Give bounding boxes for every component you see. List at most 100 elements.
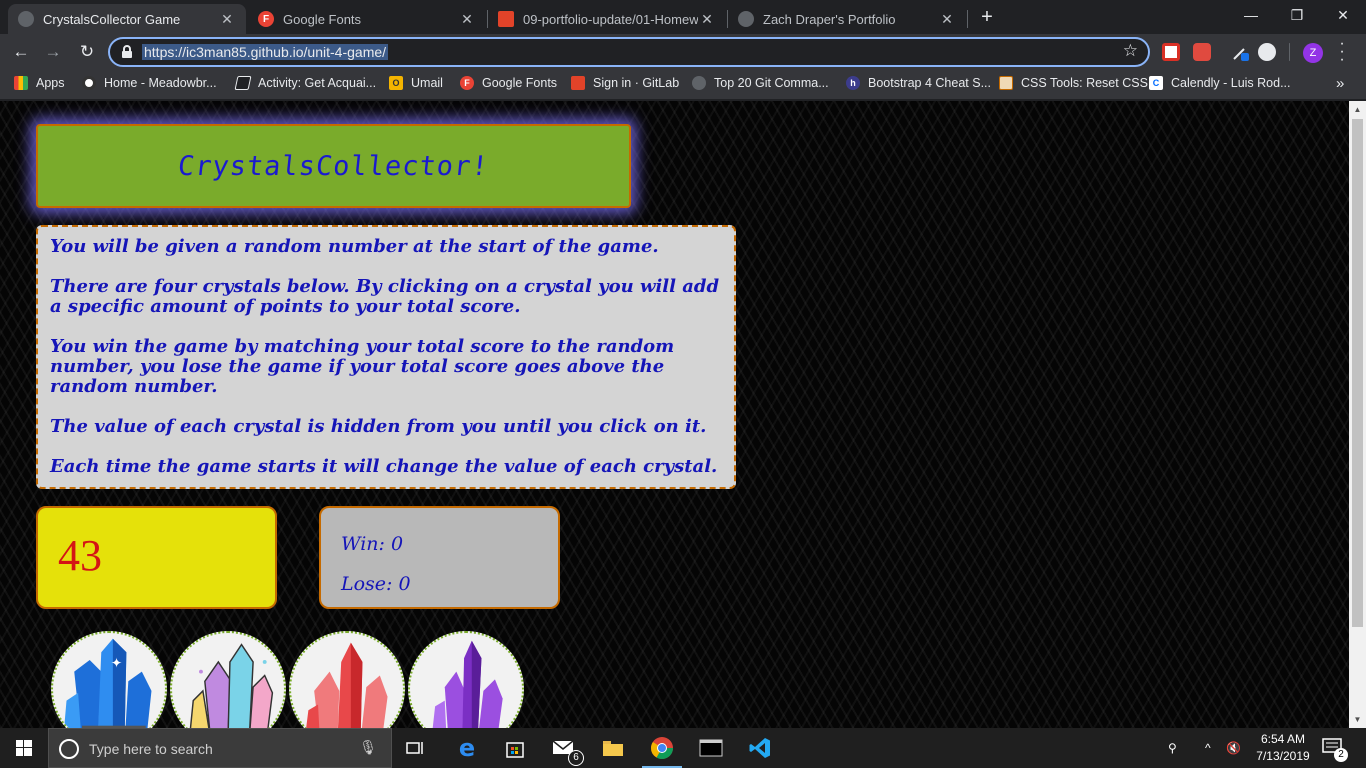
notification-count: 2 [1334,748,1348,762]
globe-icon [18,11,34,27]
mail-badge: 6 [568,750,584,766]
globe-icon [738,11,754,27]
task-view-icon[interactable] [392,728,440,768]
new-tab-icon[interactable]: + [977,5,997,29]
close-tab-icon[interactable]: ✕ [698,11,716,28]
start-button[interactable] [0,728,48,768]
rainbow-crystal-icon [189,643,274,728]
tab-gitlab[interactable]: 09-portfolio-update/01-Homewo ✕ [488,4,726,34]
meadowbrook-icon [82,76,96,90]
tab-title: Google Fonts [283,11,362,27]
page-viewport: CrystalsCollector! You will be given a r… [0,101,1349,728]
close-tab-icon[interactable]: ✕ [458,11,476,28]
file-explorer-icon[interactable] [589,728,637,768]
microphone-icon[interactable]: 🎙 [359,739,377,756]
taskbar-search-box[interactable]: Type here to search 🎙 [48,728,392,768]
bookmark-meadowbrook[interactable]: Home - Meadowbr... [82,76,217,90]
instruction-text: You will be given a random number at the… [50,236,659,257]
store-icon[interactable] [491,728,539,768]
color-picker-extension-icon[interactable] [1232,43,1250,61]
bookmark-umail[interactable]: O Umail [389,76,443,90]
profile-avatar[interactable]: Z [1303,43,1323,63]
bookmark-label: Calendly - Luis Rod... [1171,76,1291,90]
tab-google-fonts[interactable]: F Google Fonts ✕ [248,4,486,34]
tab-title: 09-portfolio-update/01-Homewo [523,11,698,27]
bookmark-bootstrap[interactable]: h Bootstrap 4 Cheat S... [846,76,991,90]
close-tab-icon[interactable]: ✕ [938,11,956,28]
minimize-icon[interactable]: — [1228,0,1274,30]
volume-icon[interactable]: 🔇 [1226,728,1241,768]
rainbow-crystal-button[interactable] [170,631,286,728]
action-center-button[interactable]: 2 [1322,738,1348,762]
bookmark-label: Top 20 Git Comma... [714,76,829,90]
gitlab-icon [571,76,585,90]
system-clock[interactable]: 6:54 AM 7/13/2019 [1248,731,1318,765]
bookmark-css-tools[interactable]: CSS Tools: Reset CSS [999,76,1148,90]
bookmark-star-icon[interactable]: ☆ [1123,41,1138,61]
chrome-taskbar-icon[interactable] [638,728,686,768]
bookmark-label: Bootstrap 4 Cheat S... [868,76,991,90]
red-crystal-icon [306,642,388,728]
clock-date: 7/13/2019 [1256,749,1310,763]
url-text[interactable]: https://ic3man85.github.io/unit-4-game/ [142,44,389,60]
bookmarks-overflow-icon[interactable]: » [1336,75,1344,92]
toolbar-divider [1289,43,1290,61]
google-fonts-icon: F [460,76,474,90]
page-scrollbar[interactable]: ▲ ▼ [1349,101,1366,728]
bookmark-activity[interactable]: Activity: Get Acquai... [234,76,377,90]
tab-crystalscollector[interactable]: CrystalsCollector Game ✕ [8,4,246,34]
blue-crystal-button[interactable]: ✦ [51,631,167,728]
reload-icon[interactable]: ↻ [74,39,100,65]
bookmark-calendly[interactable]: C Calendly - Luis Rod... [1149,76,1291,90]
gitlab-icon [498,11,514,27]
game-title-banner: CrystalsCollector! [36,124,631,208]
bootstrap-icon: h [846,76,860,90]
umail-icon: O [389,76,403,90]
address-bar[interactable]: https://ic3man85.github.io/unit-4-game/ … [108,37,1150,67]
bookmark-git-commands[interactable]: Top 20 Git Comma... [692,76,829,90]
mail-icon[interactable]: 6 [540,728,588,768]
bookmark-google-fonts[interactable]: F Google Fonts [460,76,557,90]
svg-text:✦: ✦ [111,656,123,671]
browser-toolbar: ← → ↻ https://ic3man85.github.io/unit-4-… [0,34,1366,70]
forward-arrow-icon[interactable]: → [40,39,66,65]
bookmark-label: Apps [36,76,65,90]
calendly-icon: C [1149,76,1163,90]
pocket-extension-icon[interactable] [1162,43,1180,61]
bookmark-label: Umail [411,76,443,90]
purple-crystal-icon [432,640,503,728]
bookmark-label: Activity: Get Acquai... [258,76,377,90]
show-hidden-icons-icon[interactable]: ^ [1205,728,1211,768]
edge-icon[interactable]: e [443,728,491,768]
scroll-up-icon[interactable]: ▲ [1349,101,1366,118]
tab-portfolio[interactable]: Zach Draper's Portfolio ✕ [728,4,966,34]
close-window-icon[interactable]: ✕ [1320,0,1366,30]
terminal-icon[interactable] [687,728,735,768]
instruction-text: Each time the game starts it will change… [50,456,718,477]
score-board: Win: 0 Lose: 0 [319,506,560,609]
bookmark-label: CSS Tools: Reset CSS [1021,76,1148,90]
windows-taskbar: Type here to search 🎙 e 6 ⚲ ^ 🔇 6:54 AM … [0,728,1366,768]
book-icon [234,76,252,90]
back-arrow-icon[interactable]: ← [8,39,34,65]
close-tab-icon[interactable]: ✕ [218,11,236,28]
browser-tab-strip: CrystalsCollector Game ✕ F Google Fonts … [0,0,1366,34]
windows-logo-icon [16,740,32,756]
ghost-extension-icon[interactable] [1258,43,1276,61]
wins-count: Win: 0 [341,533,404,555]
bookmark-apps[interactable]: Apps [14,76,65,90]
people-icon[interactable]: ⚲ [1168,728,1177,768]
instructions-panel: You will be given a random number at the… [36,225,736,489]
scrollbar-thumb[interactable] [1352,119,1363,627]
scroll-down-icon[interactable]: ▼ [1349,711,1366,728]
maximize-icon[interactable]: ❐ [1274,0,1320,30]
vscode-icon[interactable] [736,728,784,768]
tab-title: Zach Draper's Portfolio [763,11,896,27]
red-crystal-button[interactable] [289,631,405,728]
menu-kebab-icon[interactable]: · · · [1334,36,1350,68]
blue-crystal-icon: ✦ [64,638,152,728]
target-number: 43 [58,531,102,580]
screencast-extension-icon[interactable] [1193,43,1211,61]
purple-crystal-button[interactable] [408,631,524,728]
bookmark-gitlab[interactable]: Sign in · GitLab [571,76,679,90]
